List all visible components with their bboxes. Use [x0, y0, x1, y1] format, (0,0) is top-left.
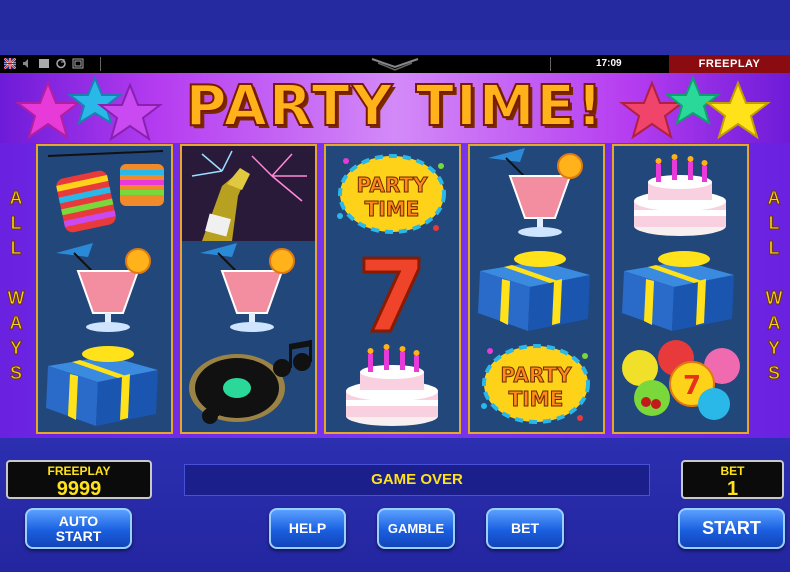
chevron-down-icon[interactable] — [370, 58, 420, 72]
auto-start-label-line1: AUTO — [58, 513, 99, 529]
bet-button[interactable]: BET — [486, 508, 564, 549]
logo-line1: PARTY — [501, 363, 572, 387]
cake-symbol — [614, 146, 747, 241]
credit-label: FREEPLAY — [47, 464, 111, 478]
party-time-logo-icon: PARTY TIME — [337, 154, 446, 234]
gift-symbol — [470, 241, 603, 336]
party-time-logo-icon: PARTY TIME — [481, 344, 590, 424]
credit-value: 9999 — [56, 478, 102, 500]
cocktail-icon — [488, 148, 583, 237]
party-time-logo-symbol: PARTY TIME — [470, 336, 603, 431]
gift-symbol — [614, 241, 747, 336]
cocktail-symbol — [470, 146, 603, 241]
cocktail-symbol — [38, 241, 171, 336]
seven-symbol: 7 — [326, 237, 459, 357]
game-title: PARTY TIME! — [185, 73, 605, 140]
all-ways-right: ALL WAYS — [765, 188, 783, 384]
clock: 17:09 — [596, 58, 622, 69]
start-button[interactable]: START — [678, 508, 785, 549]
seven-glyph: 7 — [357, 241, 427, 336]
champagne-icon — [182, 146, 315, 241]
cake-icon — [634, 154, 726, 236]
cake-symbol — [326, 336, 459, 431]
cocktail-icon — [56, 243, 151, 332]
auto-start-label-line2: START — [55, 528, 102, 544]
bet-display: BET 1 — [681, 460, 784, 500]
refresh-icon[interactable] — [55, 58, 67, 69]
reel-1 — [36, 144, 173, 434]
lanterns-symbol — [38, 146, 171, 241]
balloons-symbol: 7 — [614, 336, 747, 431]
reel-5: 7 — [612, 144, 749, 434]
party-time-logo-symbol: PARTY TIME — [326, 146, 459, 241]
fullscreen-icon[interactable] — [72, 58, 84, 69]
auto-start-button[interactable]: AUTO START — [25, 508, 132, 549]
gift-symbol — [38, 336, 171, 431]
reel-3: PARTY TIME 7 — [324, 144, 461, 434]
credit-display: FREEPLAY 9999 — [6, 460, 152, 500]
cake-icon — [346, 344, 438, 426]
control-panel — [0, 438, 790, 572]
music-record-icon — [189, 340, 312, 424]
window-icon[interactable] — [38, 58, 50, 69]
balloons-icon: 7 — [622, 340, 740, 420]
reel-2 — [180, 144, 317, 434]
reel-4: PARTY TIME — [468, 144, 605, 434]
help-button[interactable]: HELP — [269, 508, 346, 549]
freeplay-badge: FREEPLAY — [669, 55, 790, 73]
logo-line2: TIME — [365, 197, 420, 221]
bet-label: BET — [720, 464, 745, 478]
gift-icon — [478, 251, 590, 331]
champagne-symbol — [182, 146, 315, 241]
all-ways-left: ALL WAYS — [7, 188, 25, 384]
game-message: GAME OVER — [184, 464, 650, 496]
balloon-seven: 7 — [683, 371, 701, 401]
divider — [100, 57, 101, 71]
logo-line1: PARTY — [357, 173, 428, 197]
lanterns-icon — [47, 150, 164, 233]
cocktail-icon — [200, 243, 295, 332]
uk-flag-icon[interactable] — [3, 57, 17, 70]
gamble-button[interactable]: GAMBLE — [377, 508, 455, 549]
top-band — [0, 0, 790, 40]
divider — [550, 57, 551, 71]
gift-icon — [46, 346, 158, 426]
logo-line2: TIME — [509, 387, 564, 411]
sound-icon[interactable] — [21, 58, 33, 69]
cocktail-symbol — [182, 241, 315, 336]
bet-value: 1 — [726, 478, 739, 500]
seven-icon: 7 — [356, 237, 429, 357]
music-record-symbol — [182, 336, 315, 431]
gift-icon — [622, 251, 734, 331]
